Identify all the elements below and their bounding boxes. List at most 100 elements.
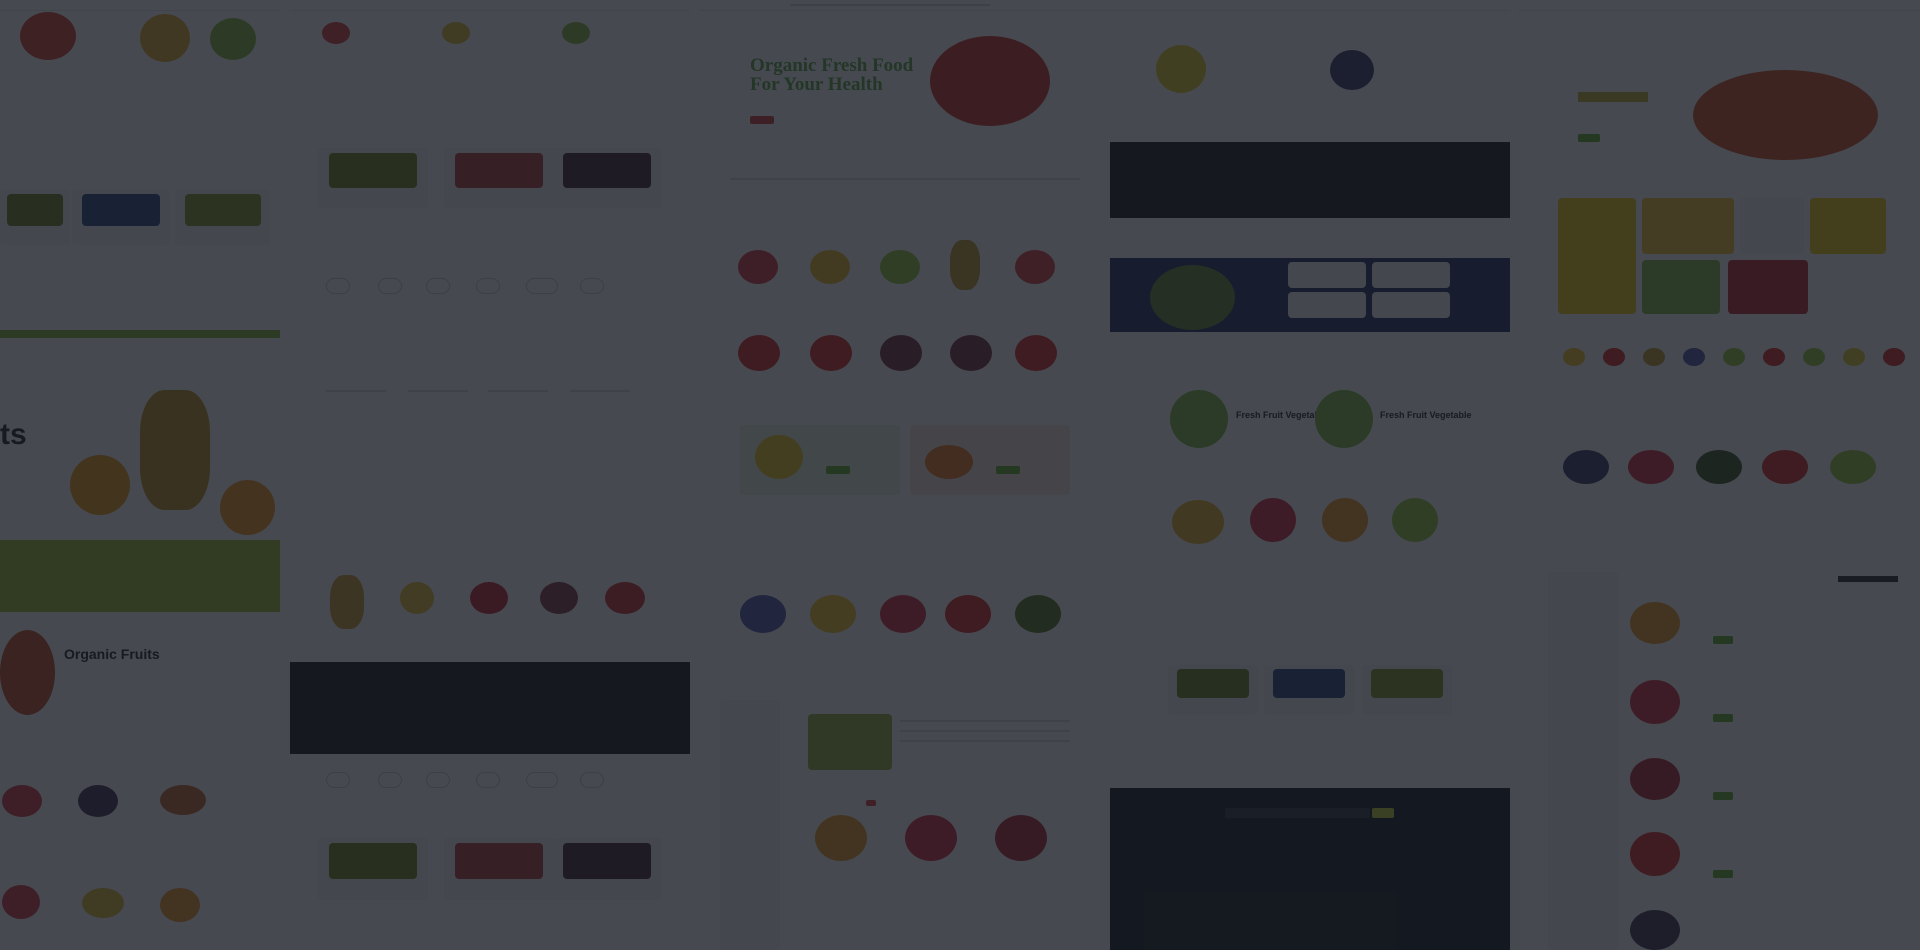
hero-accent (1578, 92, 1648, 102)
blog-card[interactable] (1362, 665, 1452, 715)
category-sidebar[interactable] (720, 700, 780, 950)
deal-card[interactable] (1288, 292, 1366, 318)
green-divider (0, 330, 280, 338)
promo-card[interactable] (1740, 198, 1804, 254)
blog-card[interactable] (0, 190, 70, 245)
newsletter-input[interactable] (1225, 808, 1370, 818)
product-image (82, 888, 124, 918)
hero-fruit-pile (1693, 70, 1878, 160)
category-sidebar[interactable] (1548, 572, 1618, 950)
brand-logo (476, 772, 500, 788)
product-image (1156, 45, 1206, 93)
product-image (1762, 450, 1808, 484)
banner-button[interactable] (826, 466, 850, 474)
blog-card[interactable] (444, 148, 554, 208)
product-image (738, 335, 780, 371)
blog-card[interactable] (1264, 665, 1354, 715)
panel-topbar (0, 0, 280, 11)
shop-now-button[interactable] (750, 116, 774, 124)
category-icon[interactable] (1563, 348, 1585, 366)
product-image (78, 785, 118, 817)
newsletter-button[interactable] (1372, 808, 1394, 818)
promo-dark-band (290, 662, 690, 754)
preview-panel-right (1518, 0, 1920, 950)
product-image (1630, 758, 1680, 800)
category-card-title: Fresh Fruit Vegetable (1236, 410, 1328, 420)
blog-card[interactable] (175, 190, 270, 245)
blog-card[interactable] (444, 838, 554, 900)
testimonial-band (1110, 142, 1510, 218)
promo-card[interactable] (1558, 198, 1636, 314)
fruit-basket-image (0, 630, 55, 715)
product-image (810, 595, 856, 633)
sort-bar[interactable] (1838, 576, 1898, 582)
blog-card[interactable] (318, 838, 428, 900)
add-to-cart-button[interactable] (1713, 792, 1733, 800)
banner-button[interactable] (996, 466, 1020, 474)
product-image (740, 595, 786, 633)
brand-logo (580, 772, 604, 788)
brand-logo (580, 278, 604, 294)
brand-logo (378, 772, 402, 788)
pineapple-image (140, 390, 210, 510)
add-to-cart-button[interactable] (1713, 870, 1733, 878)
deal-card[interactable] (1372, 292, 1450, 318)
promo-card[interactable] (1728, 260, 1808, 314)
product-description (900, 720, 1070, 722)
product-image (1630, 602, 1680, 644)
deal-card[interactable] (1288, 262, 1366, 288)
tangerine-image (925, 445, 973, 479)
product-image (738, 250, 778, 284)
product-image (1630, 910, 1680, 950)
product-image (1628, 450, 1674, 484)
brand-logo (526, 772, 558, 788)
brand-logo (426, 278, 450, 294)
product-image (905, 815, 957, 861)
fruit-image (140, 14, 190, 62)
product-image (950, 335, 992, 371)
product-image (160, 785, 206, 815)
category-icon[interactable] (1643, 348, 1665, 366)
product-image (605, 582, 645, 614)
product-image (1563, 450, 1609, 484)
blog-card[interactable] (552, 838, 662, 900)
brand-logo (426, 772, 450, 788)
category-icon[interactable] (1843, 348, 1865, 366)
add-to-cart-button[interactable] (1713, 714, 1733, 722)
blog-card[interactable] (72, 190, 170, 245)
product-image (1330, 50, 1374, 90)
product-image (470, 582, 508, 614)
fruit-image (210, 18, 256, 60)
promo-card[interactable] (1642, 260, 1720, 314)
promo-card[interactable] (1642, 198, 1734, 254)
category-icon[interactable] (1683, 348, 1705, 366)
veg-bowl-image (1315, 390, 1373, 448)
lemon-image (755, 435, 803, 479)
category-icon[interactable] (1603, 348, 1625, 366)
blog-card[interactable] (318, 148, 428, 208)
product-image (945, 595, 991, 633)
product-image (400, 582, 434, 614)
product-image (880, 595, 926, 633)
product-image (442, 22, 470, 44)
blog-card[interactable] (552, 148, 662, 208)
product-description (900, 730, 1070, 732)
category-icon[interactable] (1803, 348, 1825, 366)
hero-button[interactable] (1578, 134, 1600, 142)
product-image (1015, 595, 1061, 633)
deal-card[interactable] (1372, 262, 1450, 288)
product-image (880, 335, 922, 371)
veg-bowl-image (1170, 390, 1228, 448)
category-icon[interactable] (1723, 348, 1745, 366)
site-nav[interactable] (790, 4, 990, 6)
product-hero-card[interactable] (808, 714, 892, 770)
product-image (322, 22, 350, 44)
orange-image (220, 480, 275, 535)
category-icon[interactable] (1883, 348, 1905, 366)
preview-panel-4: Fresh Fruit Vegetable Fresh Fruit Vegeta… (1110, 0, 1510, 950)
promo-card[interactable] (1810, 198, 1886, 254)
blog-card[interactable] (1168, 665, 1258, 715)
category-icon[interactable] (1763, 348, 1785, 366)
add-to-cart-button[interactable] (1713, 636, 1733, 644)
product-description (900, 740, 1070, 742)
